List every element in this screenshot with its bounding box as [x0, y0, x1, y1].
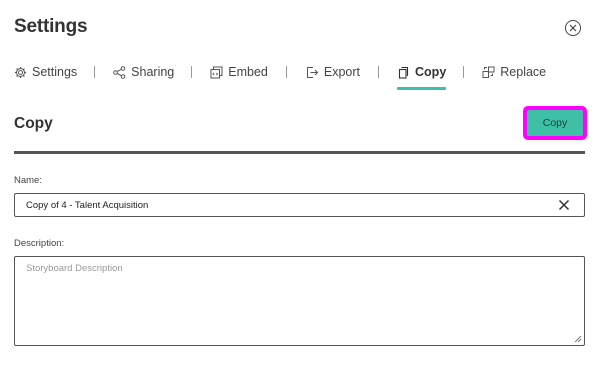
clear-icon[interactable] [558, 199, 570, 211]
tab-export[interactable]: Export [306, 62, 360, 82]
tab-label: Replace [500, 65, 547, 79]
gear-icon [14, 66, 27, 79]
tab-label: Embed [228, 65, 268, 79]
tab-separator [463, 66, 465, 78]
export-icon [306, 66, 319, 79]
tab-separator [191, 66, 193, 78]
copy-button-highlight: Copy [523, 106, 587, 140]
dialog-title: Settings [14, 16, 88, 37]
tab-separator [285, 66, 287, 78]
copy-button[interactable]: Copy [527, 110, 583, 136]
tab-sharing[interactable]: Sharing [113, 62, 174, 82]
section-divider [14, 151, 585, 154]
tab-bar: Settings Sharing Embed Export Copy Repla… [14, 62, 546, 92]
tab-embed[interactable]: Embed [210, 62, 268, 82]
tab-separator [378, 66, 380, 78]
copy-icon [397, 66, 410, 79]
description-input[interactable] [15, 257, 584, 345]
section-title: Copy [14, 115, 53, 132]
name-field-container [14, 193, 585, 217]
tab-replace[interactable]: Replace [482, 62, 546, 82]
tab-label: Copy [415, 65, 447, 79]
embed-icon [210, 66, 223, 79]
name-label: Name: [14, 175, 42, 186]
description-label: Description: [14, 238, 65, 249]
name-input[interactable] [15, 194, 535, 216]
replace-icon [482, 66, 495, 79]
tab-copy[interactable]: Copy [397, 62, 447, 90]
tab-label: Settings [32, 65, 78, 79]
tab-settings[interactable]: Settings [14, 62, 77, 82]
close-icon[interactable] [565, 20, 581, 36]
tab-label: Sharing [131, 65, 175, 79]
description-field-container [14, 256, 585, 346]
tab-separator [94, 66, 96, 78]
resize-handle-icon[interactable] [574, 335, 582, 343]
share-icon [113, 65, 126, 79]
tab-label: Export [323, 65, 361, 79]
